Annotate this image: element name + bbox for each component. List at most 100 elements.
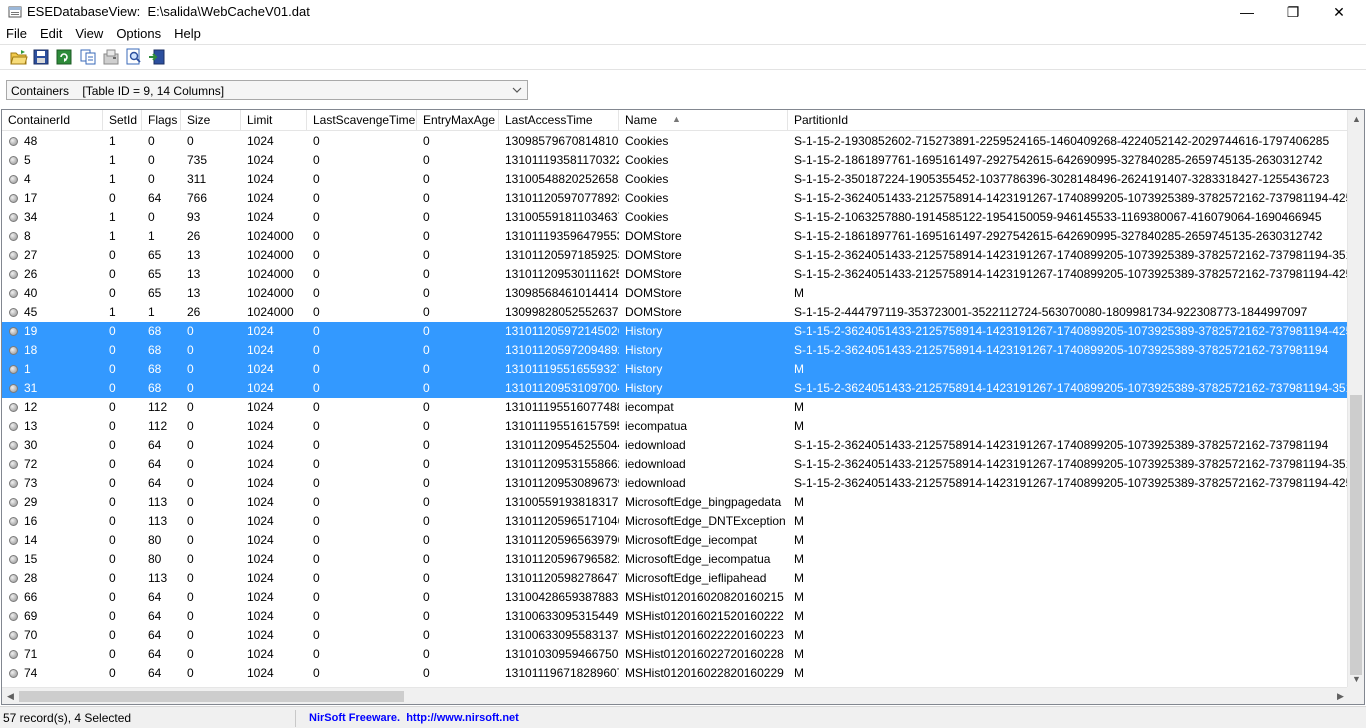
column-header-limit[interactable]: Limit <box>241 110 307 131</box>
cell-limit: 1024 <box>247 324 274 338</box>
cell-limit: 1024 <box>247 609 274 623</box>
cell-lastscavengetime: 0 <box>313 134 320 148</box>
table-row[interactable]: 26 0 65 13 1024000 0 0 131011209530111625 DOMSto… <box>2 265 1350 284</box>
column-header-entrymaxage[interactable]: EntryMaxAge <box>417 110 499 131</box>
cell-entrymaxage: 0 <box>423 552 430 566</box>
table-row[interactable]: 48 1 0 0 1024 0 0 130985796708148107 Cookies S-1-… <box>2 132 1350 151</box>
table-row[interactable]: 73 0 64 0 1024 0 0 131011209530896739 iedownload… <box>2 474 1350 493</box>
cell-flags: 0 <box>148 210 155 224</box>
cell-size: 0 <box>187 457 194 471</box>
column-header-partitionid[interactable]: PartitionId <box>788 110 1350 131</box>
table-row[interactable]: 12 0 112 0 1024 0 0 131011195516077488 iecompat M <box>2 398 1350 417</box>
cell-lastaccesstime: 131011193581170322 <box>505 153 619 167</box>
horizontal-scrollbar[interactable]: ◀ ▶ <box>2 687 1349 704</box>
cell-lastaccesstime: 130998280525526379 <box>505 305 619 319</box>
column-header-lastaccesstime[interactable]: LastAccessTime <box>499 110 619 131</box>
cell-limit: 1024000 <box>247 286 294 300</box>
menu-view[interactable]: View <box>69 24 110 43</box>
cell-flags: 68 <box>148 343 162 357</box>
table-row[interactable]: 18 0 68 0 1024 0 0 131011205972094892 History S-1… <box>2 341 1350 360</box>
table-row[interactable]: 74 0 64 0 1024 0 0 131011196718289607 MSHist0120… <box>2 664 1350 683</box>
table-row[interactable]: 27 0 65 13 1024000 0 0 131011205971859253 DOMSto… <box>2 246 1350 265</box>
table-row[interactable]: 4 1 0 311 1024 0 0 131005488202526585 Cookies S-1… <box>2 170 1350 189</box>
menu-file[interactable]: File <box>0 24 34 43</box>
table-row[interactable]: 71 0 64 0 1024 0 0 131010309594667507 MSHist0120… <box>2 645 1350 664</box>
cell-lastaccesstime: 131011205970778928 <box>505 191 619 205</box>
table-row[interactable]: 66 0 64 0 1024 0 0 131004286593878835 MSHist0120… <box>2 588 1350 607</box>
table-row[interactable]: 16 0 113 0 1024 0 0 131011205965171046 Microsoft… <box>2 512 1350 531</box>
scroll-up-arrow-icon[interactable]: ▲ <box>1348 110 1364 127</box>
menu-edit[interactable]: Edit <box>34 24 69 43</box>
table-row[interactable]: 17 0 64 766 1024 0 0 131011205970778928 Cookies S… <box>2 189 1350 208</box>
cell-name: iedownload <box>625 438 686 452</box>
table-row[interactable]: 72 0 64 0 1024 0 0 131011209531558662 iedownload… <box>2 455 1350 474</box>
table-row[interactable]: 1 0 68 0 1024 0 0 131011195516559327 History M <box>2 360 1350 379</box>
save-icon[interactable] <box>32 48 50 66</box>
cell-name: DOMStore <box>625 248 682 262</box>
column-header-setid[interactable]: SetId <box>103 110 142 131</box>
horizontal-scroll-thumb[interactable] <box>19 691 404 702</box>
table-row[interactable]: 29 0 113 0 1024 0 0 131005591938183170 Microsoft… <box>2 493 1350 512</box>
cell-lastaccesstime: 130985796708148107 <box>505 134 619 148</box>
table-row[interactable]: 31 0 68 0 1024 0 0 131011209531097004 History S-1… <box>2 379 1350 398</box>
title-bar: ESEDatabaseView: E:\salida\WebCacheV01.d… <box>0 0 1366 24</box>
table-row[interactable]: 34 1 0 93 1024 0 0 131005591811034637 Cookies S-1… <box>2 208 1350 227</box>
cell-entrymaxage: 0 <box>423 590 430 604</box>
record-bullet-icon <box>9 631 18 640</box>
minimize-button[interactable]: — <box>1224 0 1270 24</box>
vertical-scrollbar[interactable]: ▲ ▼ <box>1347 110 1364 687</box>
table-row[interactable]: 5 1 0 735 1024 0 0 131011193581170322 Cookies S-1… <box>2 151 1350 170</box>
table-row[interactable]: 69 0 64 0 1024 0 0 131006330953154495 MSHist0120… <box>2 607 1350 626</box>
close-button[interactable]: ✕ <box>1316 0 1362 24</box>
cell-setid: 1 <box>109 134 116 148</box>
find-icon[interactable] <box>125 48 143 66</box>
table-row[interactable]: 13 0 112 0 1024 0 0 131011195516157595 iecompatu… <box>2 417 1350 436</box>
vertical-scroll-thumb[interactable] <box>1350 395 1362 675</box>
exit-icon[interactable] <box>148 48 166 66</box>
cell-flags: 113 <box>148 514 168 528</box>
table-row[interactable]: 19 0 68 0 1024 0 0 131011205972145026 History S-1… <box>2 322 1350 341</box>
copy-icon[interactable] <box>79 48 97 66</box>
cell-partitionid: M <box>794 400 804 414</box>
cell-name: Cookies <box>625 172 669 186</box>
scroll-down-arrow-icon[interactable]: ▼ <box>1348 670 1364 687</box>
cell-entrymaxage: 0 <box>423 438 430 452</box>
table-row[interactable]: 45 1 1 26 1024000 0 0 130998280525526379 DOMStor… <box>2 303 1350 322</box>
cell-entrymaxage: 0 <box>423 134 430 148</box>
refresh-icon[interactable] <box>55 48 73 66</box>
table-row[interactable]: 30 0 64 0 1024 0 0 131011209545255044 iedownload… <box>2 436 1350 455</box>
table-row[interactable]: 15 0 80 0 1024 0 0 131011205967965822 MicrosoftE… <box>2 550 1350 569</box>
table-row[interactable]: 14 0 80 0 1024 0 0 131011205965639796 MicrosoftE… <box>2 531 1350 550</box>
record-bullet-icon <box>9 384 18 393</box>
cell-name: MicrosoftEdge_iecompatua <box>625 552 771 566</box>
column-header-flags[interactable]: Flags <box>142 110 181 131</box>
scroll-left-arrow-icon[interactable]: ◀ <box>2 688 19 704</box>
menu-help[interactable]: Help <box>168 24 208 43</box>
table-row[interactable]: 8 1 1 26 1024000 0 0 131011193596479553 DOMStore… <box>2 227 1350 246</box>
cell-size: 93 <box>187 210 201 224</box>
grid-header: ContainerId SetId Flags Size Limit LastScaven… <box>2 110 1350 131</box>
table-row[interactable]: 70 0 64 0 1024 0 0 131006330955831374 MSHist0120… <box>2 626 1350 645</box>
column-header-lastscavengetime[interactable]: LastScavengeTime <box>307 110 417 131</box>
cell-setid: 1 <box>109 210 116 224</box>
cell-lastaccesstime: 131011209530111625 <box>505 267 619 281</box>
cell-lastscavengetime: 0 <box>313 419 320 433</box>
cell-partitionid: M <box>794 552 804 566</box>
record-bullet-icon <box>9 289 18 298</box>
column-header-name[interactable]: Name <box>619 110 788 131</box>
cell-lastscavengetime: 0 <box>313 305 320 319</box>
cell-name: History <box>625 381 663 395</box>
table-row[interactable]: 28 0 113 0 1024 0 0 131011205982786477 Microsoft… <box>2 569 1350 588</box>
menu-options[interactable]: Options <box>110 24 168 43</box>
column-header-containerid[interactable]: ContainerId <box>2 110 103 131</box>
table-selector-dropdown[interactable]: Containers [Table ID = 9, 14 Columns] <box>6 80 528 100</box>
table-row[interactable]: 40 0 65 13 1024000 0 0 130985684610144147 DOMSto… <box>2 284 1350 303</box>
maximize-button[interactable]: ❐ <box>1270 0 1316 24</box>
cell-lastscavengetime: 0 <box>313 267 320 281</box>
column-header-size[interactable]: Size <box>181 110 241 131</box>
nirsoft-link[interactable]: NirSoft Freeware. http://www.nirsoft.net <box>309 710 519 727</box>
cell-setid: 0 <box>109 324 116 338</box>
grid-rows: 48 1 0 0 1024 0 0 130985796708148107 Cookies S-1-… <box>2 132 1350 686</box>
properties-icon[interactable] <box>102 48 120 66</box>
open-folder-icon[interactable] <box>10 48 28 66</box>
